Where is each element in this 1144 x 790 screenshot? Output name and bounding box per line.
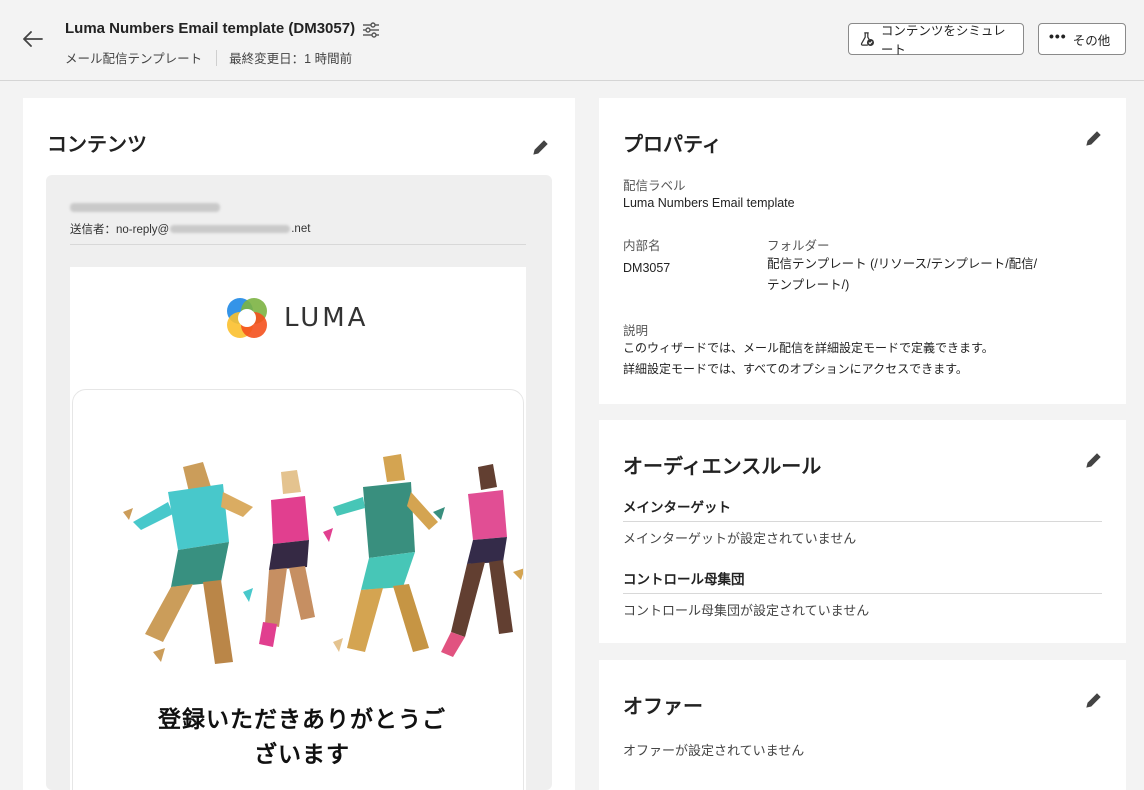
divider [70, 244, 526, 245]
main-target-heading: メインターゲット [623, 500, 731, 515]
offer-card: オファー オファーが設定されていません [599, 660, 1126, 790]
description-line-2: 詳細設定モードでは、すべてのオプションにアクセスできます。 [623, 362, 968, 376]
main-target-value: メインターゲットが設定されていません [623, 531, 857, 546]
divider [623, 593, 1102, 594]
content-card: コンテンツ 送信者：no-reply@ .net LUMA 登録いただきありがと… [23, 98, 575, 790]
more-button[interactable]: ••• その他 [1038, 23, 1126, 55]
divider [216, 49, 218, 66]
luma-logo-icon [227, 298, 267, 338]
description-value: このウィザードでは、メール配信を詳細設定モードで定義できます。 詳細設定モードで… [623, 338, 994, 380]
email-headline: 登録いただきありがとうご ざいます [92, 703, 512, 773]
email-body: LUMA 登録いただきありがとうご ざいます [70, 267, 526, 790]
blurred-from-address [70, 203, 220, 212]
edit-content-pencil-icon[interactable] [530, 137, 550, 157]
folder-value-line-2: テンプレート/) [767, 278, 850, 292]
offer-value: オファーが設定されていません [623, 743, 805, 758]
last-modified: 最終変更日：1 時間前 [229, 52, 353, 66]
simulate-content-button[interactable]: コンテンツをシミュレート [848, 23, 1024, 57]
edit-properties-pencil-icon[interactable] [1083, 128, 1103, 148]
luma-logo-text: LUMA [284, 303, 369, 333]
sender-line: 送信者：no-reply@ .net [70, 221, 310, 237]
folder-value-line-1: 配信テンプレート (/リソース/テンプレート/配信/ [767, 257, 1038, 271]
internal-name-value: DM3057 [623, 261, 671, 275]
sender-suffix: .net [291, 223, 311, 235]
folder-value: 配信テンプレート (/リソース/テンプレート/配信/ テンプレート/) [767, 254, 1037, 296]
edit-audience-pencil-icon[interactable] [1083, 450, 1103, 470]
content-title: コンテンツ [47, 134, 147, 156]
email-preview[interactable]: 送信者：no-reply@ .net LUMA 登録いただきありがとうご ざいま… [46, 175, 552, 790]
description-heading: 説明 [623, 324, 649, 338]
runners-hero-image [123, 454, 523, 664]
luma-logo: LUMA [224, 295, 368, 341]
delivery-label-value: Luma Numbers Email template [623, 196, 795, 210]
page-title: Luma Numbers Email template (DM3057) [65, 20, 356, 37]
control-population-value: コントロール母集団が設定されていません [623, 603, 870, 618]
beaker-icon [860, 32, 874, 47]
description-line-1: このウィザードでは、メール配信を詳細設定モードで定義できます。 [623, 341, 994, 355]
delivery-label-heading: 配信ラベル [623, 179, 686, 193]
more-label: その他 [1072, 33, 1111, 48]
simulate-content-label: コンテンツをシミュレート [880, 24, 1006, 57]
sender-prefix: 送信者：no-reply@ [70, 224, 170, 236]
page-subtitle: メール配信テンプレート 最終変更日：1 時間前 [65, 48, 352, 67]
divider [623, 521, 1102, 522]
audience-rules-card: オーディエンスルール メインターゲット メインターゲットが設定されていません コ… [599, 420, 1126, 643]
headline-line-2: ざいます [254, 742, 350, 768]
control-population-heading: コントロール母集団 [623, 572, 745, 587]
folder-heading: フォルダー [767, 239, 830, 253]
internal-name-heading: 内部名 [623, 239, 661, 253]
audience-title: オーディエンスルール [623, 456, 822, 478]
offer-title: オファー [623, 696, 703, 718]
blurred-domain [170, 225, 291, 233]
edit-offer-pencil-icon[interactable] [1083, 690, 1103, 710]
settings-sliders-icon[interactable] [360, 19, 382, 41]
template-type: メール配信テンプレート [65, 52, 203, 66]
back-arrow-icon[interactable] [18, 24, 48, 54]
headline-line-1: 登録いただきありがとうご [158, 707, 446, 733]
properties-card: プロパティ 配信ラベル Luma Numbers Email template … [599, 98, 1126, 404]
page-header: Luma Numbers Email template (DM3057) メール… [0, 0, 1144, 81]
properties-title: プロパティ [623, 134, 722, 156]
more-dots-icon: ••• [1049, 28, 1067, 44]
